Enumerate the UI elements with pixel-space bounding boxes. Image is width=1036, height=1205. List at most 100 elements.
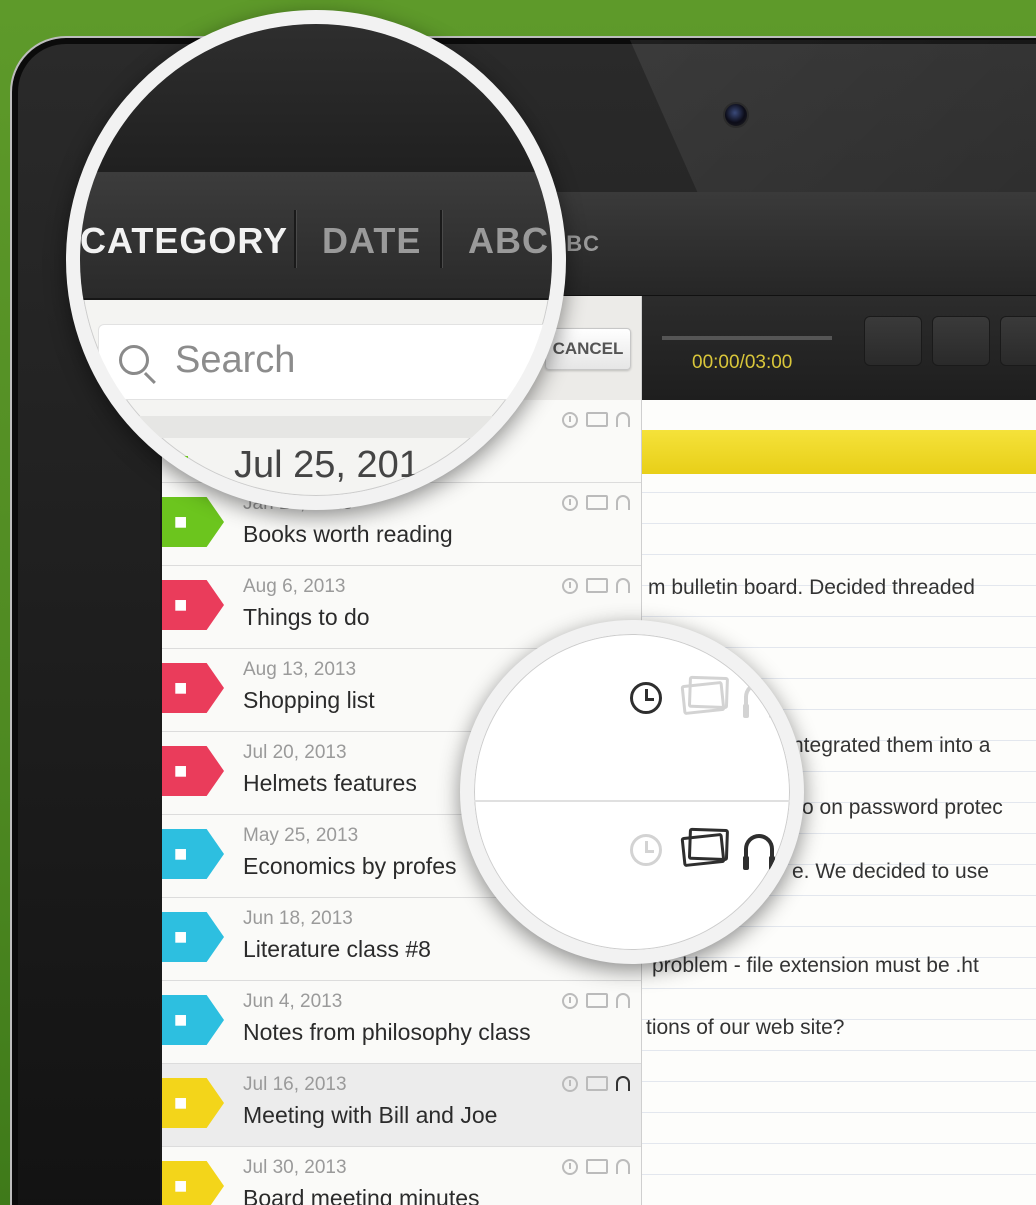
presentation-icon: ■: [174, 924, 188, 949]
photo-icon: [586, 578, 608, 593]
camera-icon: [723, 102, 749, 128]
note-title: Things to do: [243, 604, 370, 630]
tab-divider: [294, 210, 296, 268]
tab-abc[interactable]: ABC: [468, 220, 549, 262]
clock-icon: [630, 682, 662, 714]
row-icons: [562, 412, 630, 428]
headphones-icon: [743, 834, 775, 870]
photo-icon: [586, 993, 608, 1008]
photo-icon: [586, 412, 608, 427]
note-title: Books worth reading: [243, 521, 453, 547]
pin-icon: ■: [174, 758, 188, 783]
list-item[interactable]: ■ Jul 16, 2013 Meeting with Bill and Joe: [162, 1064, 641, 1147]
sort-tabs: CATEGORY DATE ABC: [80, 172, 552, 300]
magnifier-tabs-search: CATEGORY DATE ABC Search Jul 25, 201: [66, 10, 566, 510]
headphones-icon: [616, 993, 630, 1008]
note-title: Notes from philosophy class: [243, 1019, 531, 1045]
note-text-line: ntegrated them into a: [792, 734, 991, 757]
note-title-highlight: [642, 430, 1036, 474]
clock-icon: [562, 495, 578, 511]
clock-icon: [562, 412, 578, 428]
audio-player: 00:00/03:00: [642, 296, 1036, 400]
headphones-icon: [616, 578, 630, 593]
category-tag: ■: [162, 663, 224, 713]
people-icon: ■: [174, 1173, 188, 1198]
clock-icon: [562, 578, 578, 594]
tab-date[interactable]: DATE: [322, 220, 421, 262]
clock-icon: [562, 1159, 578, 1175]
note-title: Literature class #8: [243, 936, 431, 962]
row-icons: [562, 495, 630, 511]
row-divider: [474, 800, 790, 802]
magnifier-row-icons: [460, 620, 804, 964]
note-text-line: e. We decided to use: [792, 860, 989, 883]
row-icons: [562, 578, 630, 594]
headphones-icon: [616, 412, 630, 427]
play-button[interactable]: [1000, 316, 1036, 366]
tab-abc-label: BC: [566, 231, 600, 256]
category-tag: [140, 456, 188, 496]
list-item[interactable]: ■ Jul 30, 2013 Board meeting minutes: [162, 1147, 641, 1205]
photo-icon: [586, 1076, 608, 1091]
tab-divider: [440, 210, 442, 268]
category-tag: ■: [162, 1161, 224, 1205]
note-title: Shopping list: [243, 687, 375, 713]
headphones-icon: [616, 495, 630, 510]
note-title: Meeting with Bill and Joe: [243, 1102, 498, 1128]
photo-icon: [680, 680, 726, 716]
category-tag: ■: [162, 912, 224, 962]
row-icons-large: [630, 680, 775, 718]
headphones-icon: [616, 1159, 630, 1174]
presentation-icon: ■: [174, 841, 188, 866]
row-icons-large: [630, 832, 775, 870]
stop-button[interactable]: [932, 316, 990, 366]
row-icons: [562, 1159, 630, 1175]
note-title: Board meeting minutes: [243, 1185, 480, 1205]
search-placeholder: Search: [175, 339, 296, 381]
note-icon: ■: [174, 509, 188, 534]
category-tag: ■: [162, 1078, 224, 1128]
category-tag: ■: [162, 746, 224, 796]
category-tag: ■: [162, 829, 224, 879]
note-date: Jul 30, 2013: [243, 1157, 347, 1178]
pin-icon: ■: [174, 675, 188, 700]
note-title: Helmets features: [243, 770, 417, 796]
clock-icon: [562, 993, 578, 1009]
clock-icon: [630, 834, 662, 866]
list-divider: [80, 416, 552, 438]
search-icon: [119, 345, 149, 375]
magnified-top-bar: [80, 24, 552, 172]
cancel-button[interactable]: CANCEL: [545, 328, 631, 370]
tab-category[interactable]: CATEGORY: [80, 220, 288, 262]
category-tag: ■: [162, 497, 224, 547]
clock-icon: [562, 1076, 578, 1092]
row-icons: [562, 1076, 630, 1092]
player-progress-track[interactable]: [662, 336, 832, 340]
row-icons: [562, 993, 630, 1009]
note-date: Aug 6, 2013: [243, 576, 346, 597]
note-text-line: tions of our web site?: [646, 1016, 845, 1039]
note-date: Jul 20, 2013: [243, 742, 347, 763]
presentation-icon: ■: [174, 1007, 188, 1032]
note-text-line: problem - file extension must be .ht: [652, 954, 979, 977]
category-tag: ■: [162, 995, 224, 1045]
magnified-note-date: Jul 25, 201: [234, 444, 420, 486]
note-date: May 25, 2013: [243, 825, 359, 846]
photo-icon: [680, 832, 726, 868]
photo-icon: [586, 1159, 608, 1174]
rewind-button[interactable]: [864, 316, 922, 366]
note-text-line: o on password protec: [802, 796, 1003, 819]
category-tag: ■: [162, 580, 224, 630]
note-date: Jun 18, 2013: [243, 908, 353, 929]
photo-icon: [586, 495, 608, 510]
note-date: Aug 13, 2013: [243, 659, 357, 680]
note-date: Jul 16, 2013: [243, 1074, 347, 1095]
note-text-line: m bulletin board. Decided threaded: [648, 576, 975, 599]
people-icon: ■: [174, 1090, 188, 1115]
search-input[interactable]: Search: [98, 324, 552, 400]
note-date: Jun 4, 2013: [243, 991, 343, 1012]
note-title: Economics by profes: [243, 853, 457, 879]
list-item[interactable]: ■ Jun 4, 2013 Notes from philosophy class: [162, 981, 641, 1064]
headphones-icon: [616, 1076, 630, 1091]
player-time: 00:00/03:00: [692, 352, 793, 373]
